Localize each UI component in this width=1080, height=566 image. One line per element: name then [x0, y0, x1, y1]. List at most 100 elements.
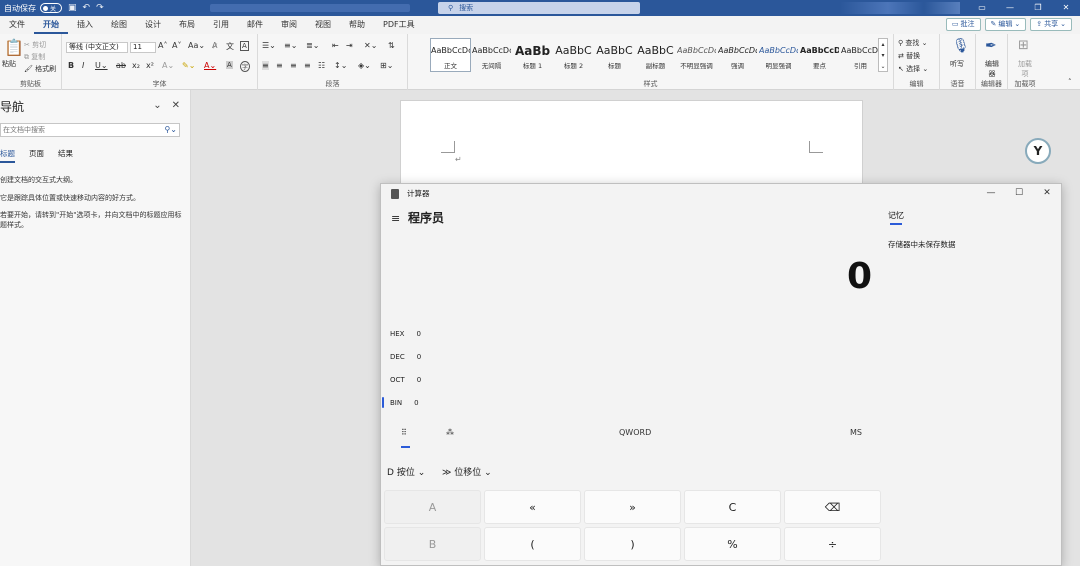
- asian-layout-icon[interactable]: ✕⌄: [364, 41, 377, 50]
- editing-mode-button[interactable]: ✎ 编辑 ⌄: [984, 18, 1027, 31]
- justify-icon[interactable]: ≡: [304, 61, 311, 70]
- radix-dec[interactable]: DEC 0: [390, 353, 421, 361]
- comments-button[interactable]: ▭ 批注: [945, 18, 981, 31]
- tab-references[interactable]: 引用: [204, 16, 238, 34]
- style-emphasis[interactable]: AaBbCcDc 强调: [717, 38, 758, 72]
- radix-bin[interactable]: BIN 0: [382, 397, 419, 408]
- editor-pen-icon[interactable]: ✒: [985, 38, 997, 54]
- share-button[interactable]: ⇪ 共享 ⌄: [1030, 18, 1072, 31]
- bold-icon[interactable]: B: [68, 61, 74, 70]
- dictate-button[interactable]: 听写: [950, 59, 964, 69]
- strikethrough-icon[interactable]: ab: [116, 61, 126, 70]
- multilevel-list-icon[interactable]: ≣⌄: [306, 41, 319, 50]
- key-backspace[interactable]: ⌫: [784, 490, 881, 524]
- distributed-icon[interactable]: ☷: [318, 61, 325, 70]
- minimize-icon[interactable]: —: [996, 0, 1024, 16]
- key-percent[interactable]: %: [684, 527, 781, 561]
- key-divide[interactable]: ÷: [784, 527, 881, 561]
- copy-button[interactable]: ⧉ 复制: [24, 52, 45, 62]
- style-intense-emphasis[interactable]: AaBbCcDc 明显强调: [758, 38, 799, 72]
- key-shift-right[interactable]: »: [584, 490, 681, 524]
- memory-tab[interactable]: 记忆: [888, 210, 904, 225]
- undo-icon[interactable]: ↶: [83, 3, 91, 13]
- shrink-font-icon[interactable]: A˅: [172, 41, 181, 50]
- bullets-icon[interactable]: ☰⌄: [262, 41, 276, 50]
- search-icon[interactable]: ⚲⌄: [164, 124, 177, 136]
- tab-mailings[interactable]: 邮件: [238, 16, 272, 34]
- tab-home[interactable]: 开始: [34, 16, 68, 34]
- sort-icon[interactable]: ⇅: [388, 41, 395, 50]
- select-button[interactable]: ↖ 选择 ⌄: [898, 64, 928, 74]
- find-button[interactable]: ⚲ 查找 ⌄: [898, 38, 927, 48]
- subscript-icon[interactable]: x₂: [132, 61, 140, 70]
- assistant-icon[interactable]: Y: [1025, 138, 1051, 164]
- radix-oct[interactable]: OCT 0: [390, 376, 421, 384]
- style-no-spacing[interactable]: AaBbCcDc 无间隔: [471, 38, 512, 72]
- style-heading-2[interactable]: AaBbC 标题 2: [553, 38, 594, 72]
- format-painter-button[interactable]: 🖌 格式刷: [24, 64, 56, 74]
- font-color-icon[interactable]: A⌄: [204, 61, 216, 70]
- italic-icon[interactable]: I: [82, 61, 84, 70]
- paste-button[interactable]: 粘贴: [2, 59, 16, 69]
- editor-button[interactable]: 编辑器: [982, 59, 1002, 79]
- grow-font-icon[interactable]: A˄: [158, 41, 167, 50]
- font-family-select[interactable]: 等线 (中文正文): [66, 42, 128, 53]
- style-strong[interactable]: AaBbCcDc 要点: [799, 38, 840, 72]
- increase-indent-icon[interactable]: ⇥: [346, 41, 353, 50]
- save-icon[interactable]: ▣: [68, 3, 77, 13]
- ribbon-display-icon[interactable]: ▭: [968, 0, 996, 16]
- underline-icon[interactable]: U⌄: [95, 61, 108, 70]
- redo-icon[interactable]: ↷: [96, 3, 104, 13]
- key-open-paren[interactable]: (: [484, 527, 581, 561]
- key-close-paren[interactable]: ): [584, 527, 681, 561]
- font-size-select[interactable]: 11: [130, 42, 156, 53]
- tab-view[interactable]: 视图: [306, 16, 340, 34]
- tab-design[interactable]: 设计: [136, 16, 170, 34]
- close-icon[interactable]: ✕: [1052, 0, 1080, 16]
- char-border-icon[interactable]: A: [240, 41, 249, 51]
- memory-store-button[interactable]: MS: [850, 428, 862, 437]
- enclose-char-icon[interactable]: 字: [240, 61, 251, 72]
- chevron-down-icon[interactable]: ⌄: [153, 100, 161, 111]
- title-search-box[interactable]: ⚲ 搜索: [438, 2, 640, 14]
- navigation-search-input[interactable]: 在文档中搜索 ⚲⌄: [0, 123, 180, 137]
- nav-tab-results[interactable]: 结果: [58, 148, 73, 163]
- word-size-button[interactable]: QWORD: [619, 428, 651, 437]
- nav-tab-headings[interactable]: 标题: [0, 148, 15, 163]
- numbering-icon[interactable]: ≡⌄: [284, 41, 297, 50]
- styles-gallery-scroll[interactable]: ▴ ▾ ⌄: [878, 38, 888, 72]
- cut-button[interactable]: ✂ 剪切: [24, 40, 46, 50]
- key-b[interactable]: B: [384, 527, 481, 561]
- radix-hex[interactable]: HEX 0: [390, 330, 421, 338]
- tab-file[interactable]: 文件: [0, 16, 34, 34]
- tab-help[interactable]: 帮助: [340, 16, 374, 34]
- addins-grid-icon[interactable]: ⊞: [1018, 38, 1029, 53]
- char-shading-icon[interactable]: A: [226, 61, 233, 69]
- highlight-icon[interactable]: ✎⌄: [182, 61, 195, 70]
- style-title[interactable]: AaBbC 标题: [594, 38, 635, 72]
- tab-draw[interactable]: 绘图: [102, 16, 136, 34]
- key-a[interactable]: A: [384, 490, 481, 524]
- microphone-icon[interactable]: 🎙: [952, 38, 970, 54]
- style-subtle-emphasis[interactable]: AaBbCcDc 不明显强调: [676, 38, 717, 72]
- style-quote[interactable]: AaBbCcDc 引用: [840, 38, 881, 72]
- close-icon[interactable]: ✕: [172, 100, 180, 111]
- paste-icon[interactable]: 📋: [4, 38, 24, 57]
- clear-format-icon[interactable]: A̷: [212, 41, 217, 50]
- addins-button[interactable]: 加载项: [1015, 59, 1035, 79]
- restore-icon[interactable]: ❐: [1024, 0, 1052, 16]
- line-spacing-icon[interactable]: ↕⌄: [334, 61, 347, 70]
- superscript-icon[interactable]: x²: [146, 61, 154, 70]
- collapse-ribbon-icon[interactable]: ˄: [1068, 78, 1072, 86]
- autosave-toggle[interactable]: 关: [40, 3, 62, 13]
- key-shift-left[interactable]: «: [484, 490, 581, 524]
- style-heading-1[interactable]: AaBb 标题 1: [512, 38, 553, 72]
- key-clear[interactable]: C: [684, 490, 781, 524]
- borders-icon[interactable]: ⊞⌄: [380, 61, 393, 70]
- tab-insert[interactable]: 插入: [68, 16, 102, 34]
- tab-pdf-tools[interactable]: PDF工具: [374, 16, 424, 34]
- align-left-icon[interactable]: ≡: [262, 61, 269, 70]
- text-effects-icon[interactable]: A⌄: [162, 61, 174, 70]
- account-area[interactable]: [840, 2, 960, 14]
- keypad-icon[interactable]: ⠿: [401, 428, 407, 437]
